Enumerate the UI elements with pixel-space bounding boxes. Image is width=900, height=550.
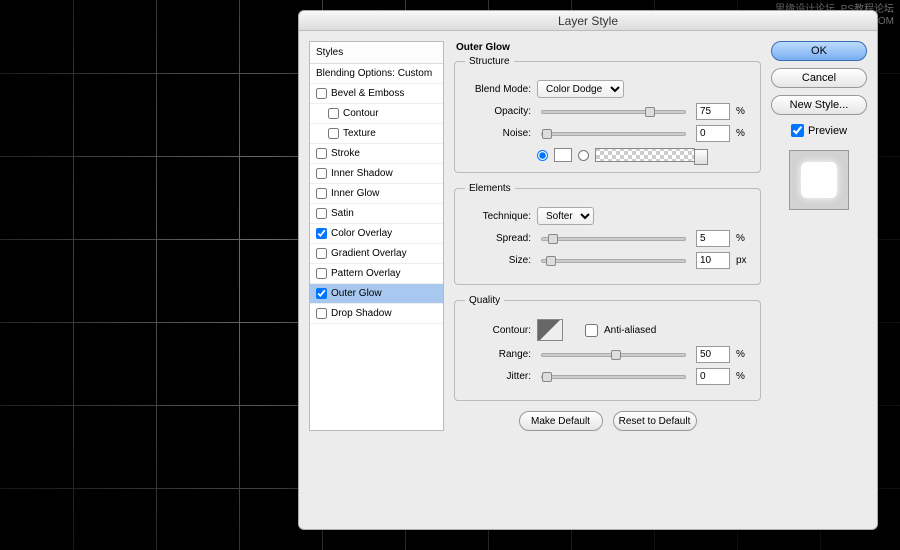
style-gradient-overlay[interactable]: Gradient Overlay [310,244,443,264]
checkbox[interactable] [316,148,327,159]
range-slider[interactable] [541,353,686,357]
blend-mode-select[interactable]: Color Dodge [537,80,624,98]
blend-mode-label: Blend Mode: [465,84,531,95]
opacity-label: Opacity: [465,106,531,117]
new-style-button[interactable]: New Style... [771,95,867,115]
opacity-slider[interactable] [541,110,686,114]
jitter-label: Jitter: [465,371,531,382]
checkbox[interactable] [316,208,327,219]
jitter-input[interactable] [696,368,730,385]
blending-options[interactable]: Blending Options: Custom [310,64,443,84]
structure-group: Structure Blend Mode: Color Dodge Opacit… [454,56,761,173]
elements-group: Elements Technique: Softer Spread: % Siz… [454,183,761,285]
effect-settings: Outer Glow Structure Blend Mode: Color D… [454,41,761,431]
contour-picker[interactable] [537,319,563,341]
preview-swatch [789,150,849,210]
style-color-overlay[interactable]: Color Overlay [310,224,443,244]
style-contour[interactable]: Contour [310,104,443,124]
noise-input[interactable] [696,125,730,142]
checkbox[interactable] [316,288,327,299]
quality-group: Quality Contour: Anti-aliased Range: % J… [454,295,761,401]
noise-label: Noise: [465,128,531,139]
spread-input[interactable] [696,230,730,247]
noise-slider[interactable] [541,132,686,136]
preview-checkbox[interactable] [791,124,804,137]
checkbox[interactable] [316,308,327,319]
layer-style-dialog: Layer Style Styles Blending Options: Cus… [298,10,878,530]
checkbox[interactable] [316,88,327,99]
size-slider[interactable] [541,259,686,263]
style-drop-shadow[interactable]: Drop Shadow [310,304,443,324]
checkbox[interactable] [316,188,327,199]
dialog-actions: OK Cancel New Style... Preview [771,41,867,431]
jitter-slider[interactable] [541,375,686,379]
style-texture[interactable]: Texture [310,124,443,144]
style-bevel-emboss[interactable]: Bevel & Emboss [310,84,443,104]
spread-slider[interactable] [541,237,686,241]
style-pattern-overlay[interactable]: Pattern Overlay [310,264,443,284]
glow-gradient-radio[interactable] [578,150,589,161]
range-label: Range: [465,349,531,360]
styles-header[interactable]: Styles [310,42,443,64]
gradient-swatch[interactable] [595,148,695,162]
styles-list: Styles Blending Options: Custom Bevel & … [309,41,444,431]
checkbox[interactable] [316,268,327,279]
size-input[interactable] [696,252,730,269]
effect-title: Outer Glow [454,41,761,56]
style-satin[interactable]: Satin [310,204,443,224]
checkbox[interactable] [328,128,339,139]
dialog-title: Layer Style [299,11,877,31]
style-stroke[interactable]: Stroke [310,144,443,164]
technique-label: Technique: [465,211,531,222]
reset-default-button[interactable]: Reset to Default [613,411,697,431]
contour-label: Contour: [465,325,531,336]
opacity-input[interactable] [696,103,730,120]
checkbox[interactable] [316,248,327,259]
cancel-button[interactable]: Cancel [771,68,867,88]
size-label: Size: [465,255,531,266]
color-swatch[interactable] [554,148,572,162]
checkbox[interactable] [316,168,327,179]
style-inner-glow[interactable]: Inner Glow [310,184,443,204]
preview-toggle[interactable]: Preview [771,124,867,137]
antialiased-label: Anti-aliased [604,325,656,336]
ok-button[interactable]: OK [771,41,867,61]
style-inner-shadow[interactable]: Inner Shadow [310,164,443,184]
style-outer-glow[interactable]: Outer Glow [310,284,443,304]
checkbox[interactable] [316,228,327,239]
antialiased-checkbox[interactable] [585,324,598,337]
technique-select[interactable]: Softer [537,207,594,225]
make-default-button[interactable]: Make Default [519,411,603,431]
spread-label: Spread: [465,233,531,244]
range-input[interactable] [696,346,730,363]
checkbox[interactable] [328,108,339,119]
glow-color-radio[interactable] [537,150,548,161]
